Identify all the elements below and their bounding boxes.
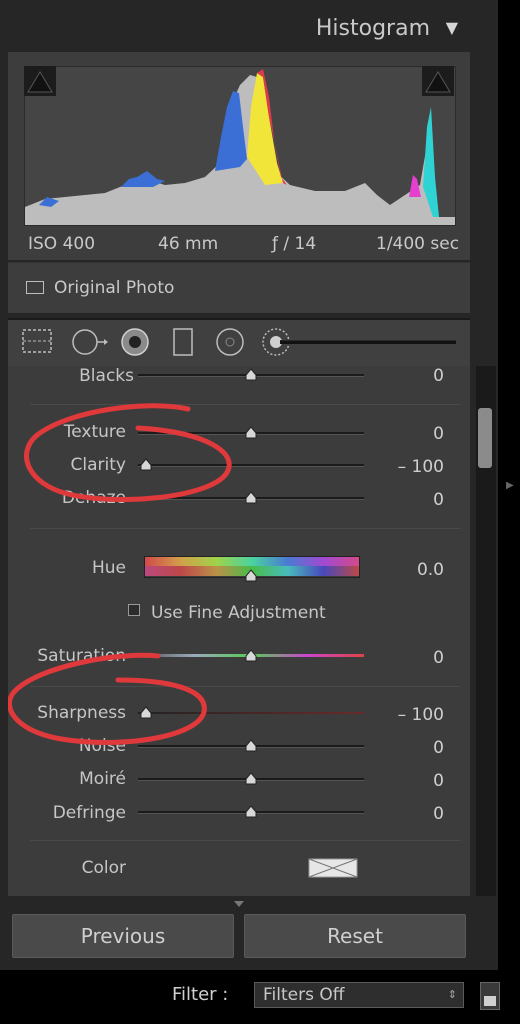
tool-strip-slider[interactable] [280, 340, 456, 344]
filter-dropdown-value: Filters Off [263, 985, 345, 1005]
updown-arrows-icon: ⇕ [447, 988, 457, 1001]
previous-button[interactable]: Previous [12, 914, 234, 958]
highlight-clipping-button[interactable] [422, 66, 454, 96]
shutter-info: 1/400 sec [376, 234, 460, 254]
original-photo-label: Original Photo [54, 278, 175, 298]
shadow-clipping-button[interactable] [24, 66, 56, 96]
filter-dropdown[interactable]: Filters Off ⇕ [254, 982, 464, 1008]
scrollbar-thumb[interactable] [478, 408, 492, 468]
crop-overlay-icon[interactable] [20, 326, 54, 356]
reset-button[interactable]: Reset [244, 914, 466, 958]
iso-info: ISO 400 [28, 234, 96, 254]
spot-removal-icon[interactable] [68, 326, 110, 358]
annotation-circles [8, 403, 232, 745]
panel-toggle-arrow-icon[interactable]: ▶ [506, 480, 514, 491]
histogram-title: Histogram [315, 16, 430, 41]
aperture-info: ƒ / 14 [272, 234, 317, 254]
focal-length-info: 46 mm [158, 234, 219, 254]
detail-settings-panel: Blacks 0 Texture 0 Clarity – 100 Dehaze … [8, 366, 470, 896]
red-eye-icon[interactable] [118, 326, 152, 358]
filter-lock-toggle[interactable] [480, 982, 500, 1010]
original-photo-checkbox[interactable] [26, 281, 44, 294]
radial-filter-icon[interactable] [212, 326, 248, 358]
collapse-triangle-icon[interactable]: ▼ [446, 18, 458, 37]
histogram-header[interactable]: Histogram ▼ [0, 0, 498, 52]
graduated-filter-icon[interactable] [168, 326, 198, 358]
histogram-graph[interactable] [24, 66, 456, 226]
filter-label: Filter : [172, 984, 229, 1005]
chevron-down-icon [234, 901, 244, 907]
